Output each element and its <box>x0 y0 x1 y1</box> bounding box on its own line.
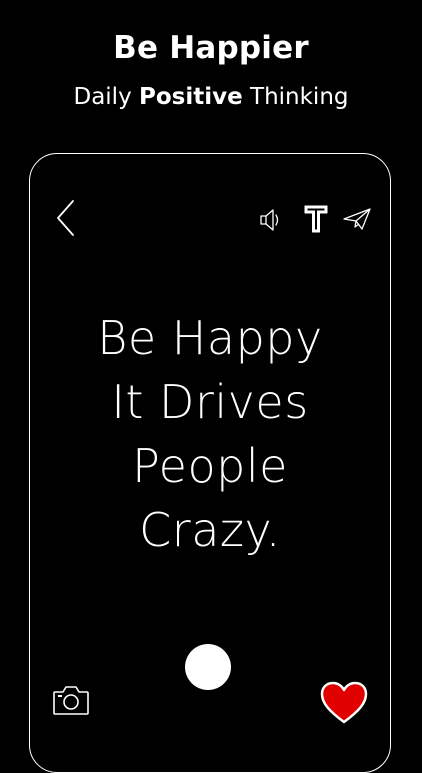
promo-subtitle-pre: Daily <box>73 84 139 110</box>
promo-subtitle-bold: Positive <box>139 84 243 110</box>
promo-subtitle-post: Thinking <box>242 84 349 110</box>
quote-line: Crazy. <box>139 503 281 557</box>
chevron-left-icon <box>57 200 74 236</box>
quote-line: Be Happy <box>97 311 323 365</box>
camera-button[interactable] <box>52 684 90 716</box>
favorite-button[interactable] <box>319 680 369 726</box>
promo-subtitle: Daily Positive Thinking <box>0 84 422 110</box>
quote-line: People <box>132 439 288 493</box>
capture-button[interactable] <box>185 644 231 690</box>
promo-title: Be Happier <box>113 30 309 66</box>
speaker-icon <box>260 209 279 231</box>
heart-icon <box>320 681 368 724</box>
back-button[interactable] <box>52 198 80 238</box>
camera-icon <box>53 686 89 715</box>
paper-plane-icon <box>343 208 371 230</box>
sound-button[interactable] <box>258 207 286 233</box>
text-font-icon <box>304 205 328 233</box>
font-button[interactable] <box>303 204 329 234</box>
quote-line: It Drives <box>111 375 309 429</box>
quote-text: Be Happy It Drives People Crazy. <box>29 306 391 562</box>
share-button[interactable] <box>342 206 372 232</box>
